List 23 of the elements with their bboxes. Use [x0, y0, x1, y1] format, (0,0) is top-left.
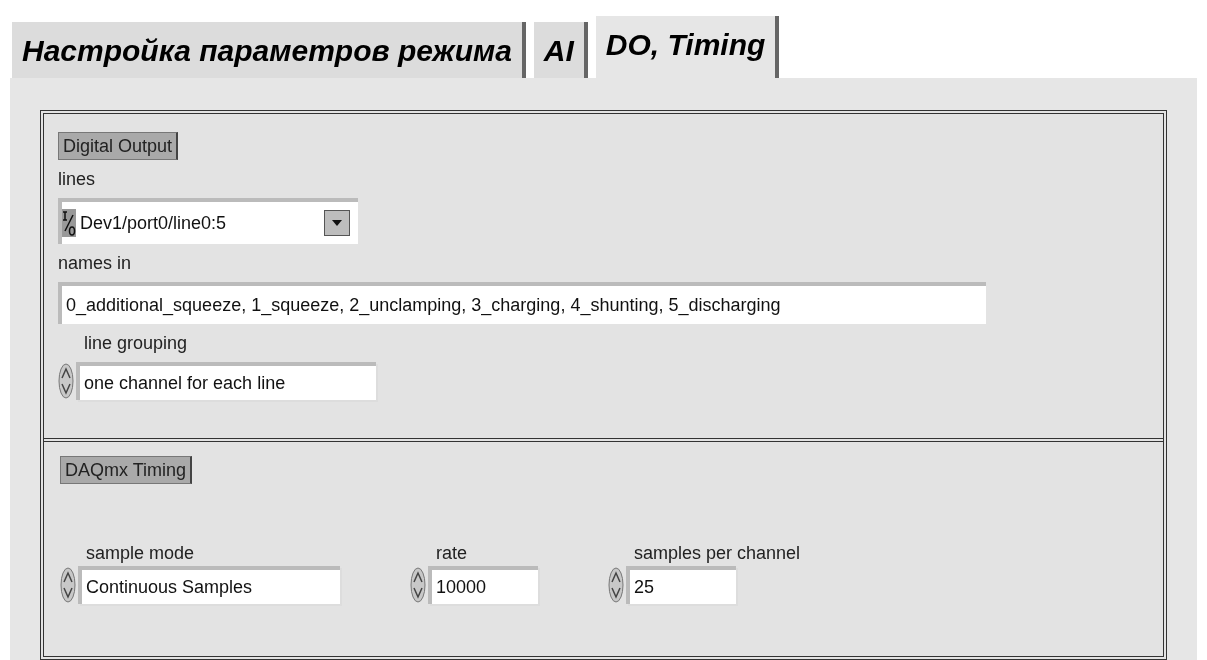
- field-label: sample mode: [86, 542, 195, 565]
- tab[interactable]: AI: [533, 22, 588, 78]
- field-label: names in: [58, 252, 132, 275]
- tab[interactable]: DO, Timing: [595, 16, 780, 78]
- io-icon: [62, 209, 76, 237]
- value-field[interactable]: Continuous Samples: [78, 566, 340, 604]
- section-title: Digital Output: [58, 132, 179, 160]
- field-label: lines: [58, 168, 96, 191]
- names-field[interactable]: 0_additional_squeeze, 1_squeeze, 2_unclamping, 3_charging, 4_shunting, 5_discharging: [58, 282, 986, 324]
- increment-decrement-icon[interactable]: [58, 363, 74, 399]
- field-label: rate: [436, 542, 468, 565]
- value-field[interactable]: one channel for each line: [76, 362, 376, 400]
- increment-decrement-icon[interactable]: [608, 567, 624, 603]
- field-label: line grouping: [84, 332, 188, 355]
- section-title: DAQmx Timing: [60, 456, 193, 484]
- dropdown-field[interactable]: Dev1/port0/line0:5: [58, 198, 358, 244]
- field-label: samples per channel: [634, 542, 801, 565]
- value-field[interactable]: 25: [626, 566, 736, 604]
- tab[interactable]: Настройка параметров режима: [12, 22, 526, 78]
- value-field[interactable]: 10000: [428, 566, 538, 604]
- dropdown-value: Dev1/port0/line0:5: [80, 211, 228, 235]
- increment-decrement-icon[interactable]: [410, 567, 426, 603]
- increment-decrement-icon[interactable]: [60, 567, 76, 603]
